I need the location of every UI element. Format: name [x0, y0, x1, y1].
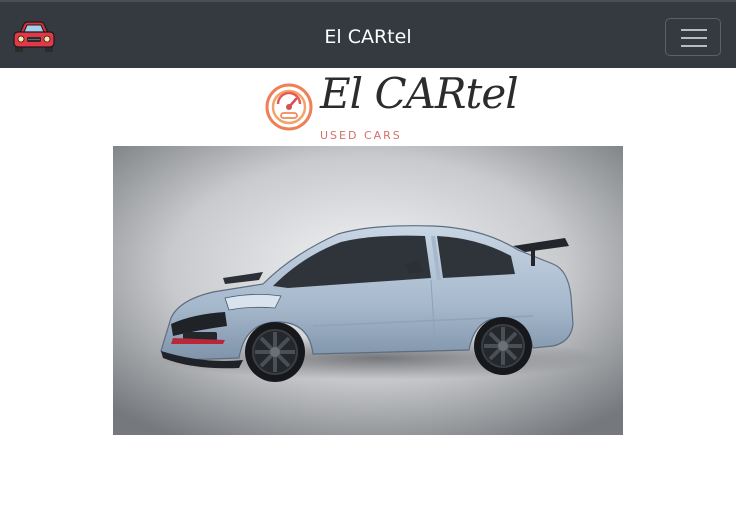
- logo-subtitle: USED CARS: [320, 129, 402, 142]
- car-photo: [113, 146, 623, 435]
- brand-logo: El CARtel USED CARS: [264, 68, 519, 146]
- logo-wordmark: El CARtel: [320, 69, 519, 118]
- navbar: El CARtel: [0, 0, 736, 68]
- speedometer-icon: [265, 83, 313, 131]
- navbar-toggler-button[interactable]: [665, 18, 721, 56]
- nav-title[interactable]: El CARtel: [0, 24, 736, 50]
